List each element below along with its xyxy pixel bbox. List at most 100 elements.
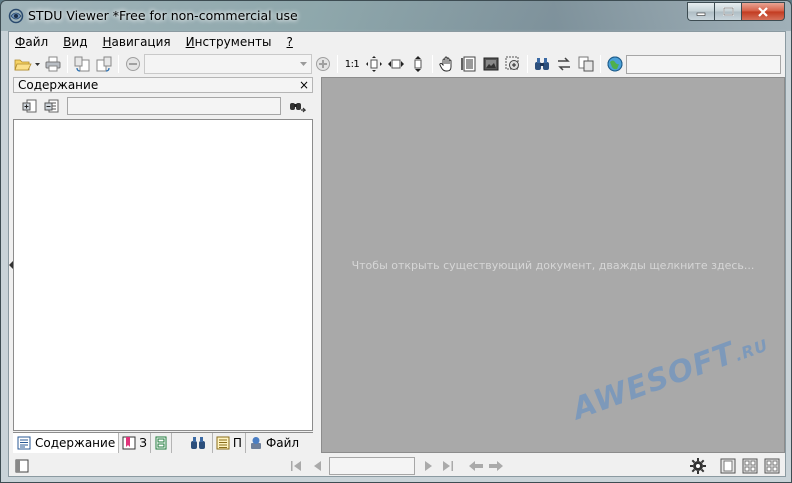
caption-buttons — [687, 2, 785, 21]
pane-title: Содержание — [18, 78, 99, 92]
print-icon — [45, 56, 61, 72]
page-number-input[interactable] — [329, 457, 415, 475]
rotate-cw-button[interactable] — [93, 53, 115, 75]
copy-button[interactable] — [575, 53, 597, 75]
menu-file[interactable]: Файл — [9, 32, 57, 52]
previous-page-button[interactable] — [309, 457, 327, 475]
select-text-button[interactable] — [458, 53, 480, 75]
status-bar — [9, 455, 785, 477]
pane-close-icon[interactable]: × — [299, 78, 309, 92]
two-page-view-button[interactable] — [741, 457, 759, 475]
last-page-button[interactable] — [439, 457, 457, 475]
tab-pages-label: П — [232, 436, 242, 450]
pane-tabs: Содержание З П Файл — [13, 432, 313, 453]
pane-find-button[interactable] — [287, 95, 309, 117]
tab-contents[interactable]: Содержание — [13, 433, 120, 453]
collapse-tree-icon — [44, 99, 59, 113]
collapse-all-button[interactable] — [41, 95, 63, 117]
actual-size-button[interactable]: 1:1 — [341, 53, 363, 75]
rotate-right-icon — [96, 56, 112, 72]
next-page-button[interactable] — [419, 457, 437, 475]
toolbar-separator — [432, 55, 433, 73]
tab-contents-label: Содержание — [35, 436, 116, 450]
main-toolbar: 1:1 — [9, 53, 785, 75]
history-back-button[interactable] — [467, 457, 485, 475]
find-button[interactable] — [531, 53, 553, 75]
toolbar-separator — [118, 55, 119, 73]
minimize-icon — [696, 12, 706, 16]
toggle-pane-button[interactable] — [13, 457, 31, 475]
window-title: STDU Viewer *Free for non-commercial use — [28, 8, 298, 23]
zoom-combo[interactable] — [144, 54, 312, 74]
maximize-icon — [722, 7, 734, 16]
copy-icon — [578, 56, 594, 72]
zoom-out-button[interactable] — [122, 53, 144, 75]
hand-tool-button[interactable] — [436, 53, 458, 75]
toolbar-separator — [527, 55, 528, 73]
tab-thumbnails[interactable] — [150, 433, 172, 453]
fit-width-icon — [388, 59, 404, 69]
single-page-view-button[interactable] — [719, 457, 737, 475]
zoom-in-icon — [316, 57, 330, 71]
menu-help[interactable]: ? — [281, 32, 302, 52]
expand-all-button[interactable] — [19, 95, 41, 117]
continuous-view-button[interactable] — [763, 457, 781, 475]
pane-search-input[interactable] — [67, 97, 281, 115]
menu-navigation[interactable]: Навигация — [97, 32, 180, 52]
tab-bookmarks[interactable]: З — [119, 433, 151, 453]
contents-icon — [17, 436, 31, 450]
globe-icon — [607, 56, 623, 72]
contents-tree[interactable] — [13, 119, 313, 431]
print-button[interactable] — [42, 53, 64, 75]
fit-width-button[interactable] — [385, 53, 407, 75]
history-forward-button[interactable] — [487, 457, 505, 475]
open-button[interactable] — [12, 53, 42, 75]
maximize-button[interactable] — [714, 2, 741, 21]
pages-icon — [216, 436, 230, 450]
tab-pages[interactable]: П — [212, 433, 246, 453]
zoom-area-button[interactable] — [502, 53, 524, 75]
close-button[interactable] — [741, 2, 785, 21]
open-document-hint[interactable]: Чтобы открыть существующий документ, два… — [322, 259, 784, 272]
first-page-button[interactable] — [287, 457, 305, 475]
app-icon — [8, 8, 24, 24]
web-button[interactable] — [604, 53, 626, 75]
toolbar-separator — [600, 55, 601, 73]
sidebar-icon — [15, 459, 29, 473]
pane-toolbar — [13, 95, 313, 117]
file-icon — [250, 437, 261, 449]
hand-icon — [439, 56, 452, 72]
rotate-ccw-button[interactable] — [71, 53, 93, 75]
compare-button[interactable] — [553, 53, 575, 75]
tab-search-results[interactable] — [171, 433, 213, 453]
forward-arrow-icon — [489, 461, 503, 471]
fit-page-button[interactable] — [363, 53, 385, 75]
title-bar[interactable]: STDU Viewer *Free for non-commercial use — [1, 1, 791, 31]
tab-file[interactable]: Файл — [245, 433, 303, 453]
rotate-left-icon — [74, 56, 90, 72]
last-page-icon — [443, 461, 453, 471]
tab-bookmarks-label: З — [139, 436, 147, 450]
gear-icon — [690, 458, 706, 474]
app-window: STDU Viewer *Free for non-commercial use… — [0, 0, 792, 483]
toolbar-search-input[interactable] — [626, 54, 781, 74]
actual-size-label: 1:1 — [344, 58, 360, 70]
pane-header: Содержание × — [13, 77, 313, 93]
binoculars-icon — [535, 58, 549, 70]
menu-view[interactable]: Вид — [57, 32, 96, 52]
fit-page-icon — [366, 56, 382, 72]
document-view[interactable]: Чтобы открыть существующий документ, два… — [321, 77, 785, 453]
toolbar-separator — [337, 55, 338, 73]
menu-tools[interactable]: Инструменты — [180, 32, 281, 52]
fit-height-button[interactable] — [407, 53, 429, 75]
zoom-in-button[interactable] — [312, 53, 334, 75]
two-page-icon — [742, 458, 758, 474]
contents-pane: Содержание × — [13, 77, 313, 453]
search-results-icon — [190, 437, 205, 449]
snapshot-icon — [483, 57, 499, 71]
settings-button[interactable] — [689, 457, 707, 475]
snapshot-button[interactable] — [480, 53, 502, 75]
collapse-pane-icon[interactable] — [9, 261, 13, 269]
expand-tree-icon — [22, 99, 37, 113]
minimize-button[interactable] — [687, 2, 714, 21]
